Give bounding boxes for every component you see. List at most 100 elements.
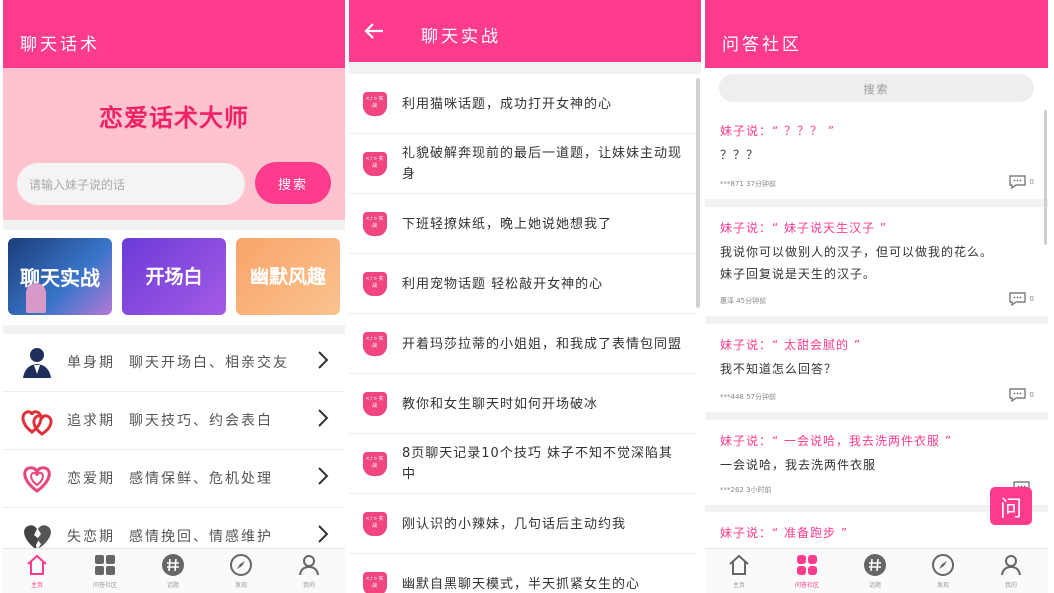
chevron-right-icon <box>318 525 329 543</box>
search-placeholder: 请输入妹子说的话 <box>29 178 126 192</box>
post-meta: ***262 3小时前 <box>720 486 772 494</box>
practice-badge-icon: </>实战 <box>363 512 387 536</box>
search-bar: 搜索 <box>705 68 1048 110</box>
stage-desc: 感情保鲜、危机处理 <box>129 471 273 487</box>
girl-illustration <box>26 283 46 313</box>
stage-item-love[interactable]: 恋爱期 感情保鲜、危机处理 <box>3 450 345 508</box>
tab-label: 问答社区 <box>794 582 819 589</box>
practice-badge-icon: </>实战 <box>363 392 387 416</box>
brand-title: 恋爱话术大师 <box>99 103 249 132</box>
card-chat-practice[interactable]: 聊天实战 <box>8 238 112 315</box>
tab-qa[interactable]: 问答社区 <box>777 553 837 589</box>
comment-number: 0 <box>1029 178 1034 186</box>
back-arrow-icon[interactable] <box>363 20 385 42</box>
tab-topics[interactable]: 话题 <box>143 553 203 589</box>
article-item[interactable]: </>实战 下班轻撩妹纸，晚上她说她想我了 <box>349 194 695 254</box>
heart-outline-icon <box>23 466 51 493</box>
post-body: ？？？ <box>720 148 760 162</box>
header: 问答社区 <box>705 0 1048 68</box>
article-title: 幽默自黑聊天模式，半天抓紧女生的心 <box>402 576 641 592</box>
screen-chat-practice: 聊天实战 </>实战 利用猫咪话题，成功打开女神的心 </>实战 礼貌破解奔现前的最后… <box>349 0 701 593</box>
search-input[interactable]: 搜索 <box>719 74 1034 102</box>
grid-icon <box>797 555 817 575</box>
post-body: 一会说哈，我去洗两件衣服 <box>720 458 877 472</box>
tab-topics[interactable]: 话题 <box>845 553 905 589</box>
post-title: 妹子说：“ 准备跑步 ” <box>720 526 849 540</box>
article-item[interactable]: </>实战 刚认识的小辣妹，几句话后主动约我 <box>349 494 695 554</box>
comment-icon <box>1008 292 1026 307</box>
article-list: </>实战 利用猫咪话题，成功打开女神的心 </>实战 礼貌破解奔现前的最后一道题，让… <box>349 74 701 593</box>
search-label: 搜索 <box>863 83 890 96</box>
tab-me[interactable]: 我的 <box>279 553 339 589</box>
post-title: 妹子说：“ 一会说哈，我去洗两件衣服 ” <box>720 434 953 448</box>
article-item[interactable]: </>实战 礼貌破解奔现前的最后一道题，让妹妹主动现身 <box>349 134 695 194</box>
practice-badge-icon: </>实战 <box>363 452 387 476</box>
tab-label: 问答社区 <box>92 582 117 589</box>
chevron-right-icon <box>318 467 329 485</box>
scrollbar[interactable] <box>696 78 700 308</box>
article-title: 刚认识的小辣妹，几句话后主动约我 <box>402 516 627 532</box>
card-opening-lines[interactable]: 开场白 <box>122 238 226 315</box>
article-item[interactable]: </>实战 8页聊天记录10个技巧 妹子不知不觉深陷其中 <box>349 434 695 494</box>
article-title: 利用猫咪话题，成功打开女神的心 <box>402 96 613 112</box>
qa-post[interactable]: 妹子说：“ 太甜会腻的 ” 我不知道怎么回答？ ***448 57分钟前 0 <box>705 324 1048 412</box>
grid-icon <box>95 555 115 575</box>
qa-post[interactable]: 妹子说：“ ？？？ ” ？？？ ***871 37分钟前 0 <box>705 110 1048 199</box>
article-item[interactable]: </>实战 开着玛莎拉蒂的小姐姐，和我成了表情包同盟 <box>349 314 695 374</box>
practice-badge-icon: </>实战 <box>363 332 387 356</box>
post-body: 妹子回复说是天生的汉子。 <box>720 267 877 281</box>
tab-label: 我的 <box>1004 582 1017 589</box>
article-item[interactable]: </>实战 教你和女生聊天时如何开场破冰 <box>349 374 695 434</box>
article-title: 8页聊天记录10个技巧 妹子不知不觉深陷其中 <box>402 446 673 482</box>
article-item[interactable]: </>实战 利用猫咪话题，成功打开女神的心 <box>349 74 695 134</box>
article-item[interactable]: </>实战 幽默自黑聊天模式，半天抓紧女生的心 <box>349 554 695 593</box>
tab-label: 主页 <box>30 582 43 589</box>
chevron-right-icon <box>318 351 329 369</box>
home-icon <box>27 554 47 575</box>
tab-label: 我的 <box>302 582 315 589</box>
user-icon <box>1001 555 1021 576</box>
tab-label: 话题 <box>166 582 179 589</box>
tab-home[interactable]: 主页 <box>709 553 769 589</box>
tab-label: 话题 <box>868 582 881 589</box>
stage-item-pursuit[interactable]: 追求期 聊天技巧、约会表白 <box>3 392 345 450</box>
post-title: 妹子说：“ ？？？ ” <box>720 124 836 138</box>
qa-post[interactable]: 妹子说：“ 妹子说天生汉子 ” 我说你可以做别人的汉子，但可以做我的花么。 妹子回复… <box>705 207 1048 316</box>
tab-me[interactable]: 我的 <box>981 553 1041 589</box>
chevron-right-icon <box>318 409 329 427</box>
tab-qa[interactable]: 问答社区 <box>75 553 135 589</box>
man-avatar-icon <box>23 348 51 378</box>
tab-bar: 主页 问答社区 话题 发现 我的 <box>3 548 345 593</box>
stage-name: 追求期 <box>67 413 115 429</box>
practice-badge-icon: </>实战 <box>363 572 387 593</box>
search-input[interactable]: 请输入妹子说的话 <box>17 163 245 205</box>
post-body: 我说你可以做别人的汉子，但可以做我的花么。 <box>720 245 994 259</box>
tab-home[interactable]: 主页 <box>7 553 67 589</box>
tab-discover[interactable]: 发现 <box>211 553 271 589</box>
post-body: 我不知道怎么回答？ <box>720 362 838 376</box>
compass-icon <box>932 554 954 576</box>
article-item[interactable]: </>实战 利用宠物话题 轻松敲开女神的心 <box>349 254 695 314</box>
ask-question-button[interactable]: 问 <box>990 487 1032 525</box>
card-humor[interactable]: 幽默风趣 <box>236 238 340 315</box>
stage-desc: 聊天技巧、约会表白 <box>129 413 273 429</box>
post-meta: ***448 57分钟前 <box>720 393 776 401</box>
divider <box>3 220 345 230</box>
comment-count[interactable]: 0 <box>1008 388 1034 403</box>
article-title: 下班轻撩妹纸，晚上她说她想我了 <box>402 216 613 232</box>
stage-item-single[interactable]: 单身期 聊天开场白、相亲交友 <box>3 334 345 392</box>
stage-name: 失恋期 <box>67 529 115 545</box>
tab-discover[interactable]: 发现 <box>913 553 973 589</box>
double-heart-icon <box>21 410 53 436</box>
card-label: 聊天实战 <box>20 266 100 290</box>
user-icon <box>299 555 319 576</box>
comment-icon <box>1008 175 1026 190</box>
tab-label: 发现 <box>936 582 949 589</box>
comment-count[interactable]: 0 <box>1008 292 1034 307</box>
search-button[interactable]: 搜索 <box>255 162 331 204</box>
practice-badge-icon: </>实战 <box>363 92 387 116</box>
scrollbar[interactable] <box>1044 110 1047 245</box>
divider <box>349 62 701 74</box>
comment-count[interactable]: 0 <box>1008 175 1034 190</box>
article-title: 礼貌破解奔现前的最后一道题，让妹妹主动现身 <box>402 146 683 182</box>
